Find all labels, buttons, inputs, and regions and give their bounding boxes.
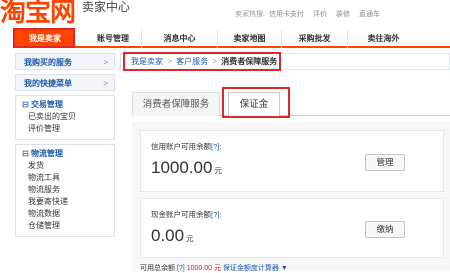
cash-label-text: 现金账户可用余额	[151, 210, 211, 219]
sidebar-item-warehouse[interactable]: 仓储管理	[16, 220, 114, 232]
credit-balance-label: 信用账户可用余额[?]:	[151, 141, 221, 152]
sidebar-item-send-express[interactable]: 我要寄快递	[16, 196, 114, 208]
hot-link[interactable]: 直通车	[359, 11, 380, 18]
sidebar-item-sold[interactable]: 已卖出的宝贝	[16, 111, 114, 123]
hot-link[interactable]: 装修	[336, 11, 350, 18]
manage-button[interactable]: 管理	[365, 154, 405, 171]
nav-item-account[interactable]: 账号管理	[85, 30, 141, 48]
section-title-label: 交易管理	[30, 100, 63, 109]
nav-item-wholesale[interactable]: 采购批发	[281, 30, 347, 48]
nav-item-messages[interactable]: 消息中心	[141, 30, 217, 48]
hot-search-label: 卖家热搜:	[235, 11, 265, 18]
sidebar-item-reviews[interactable]: 评价管理	[16, 123, 114, 135]
sidebar-item-logistics-tools[interactable]: 物流工具	[16, 172, 114, 184]
currency-unit: 元	[186, 234, 194, 243]
sidebar: 我购买的服务 > 我的快捷菜单 > ⊟ 交易管理 已卖出的宝贝 评价管理 ⊟ 物…	[15, 53, 115, 241]
tab-consumer-protection[interactable]: 消费者保障服务	[132, 92, 220, 116]
nav-item-overseas[interactable]: 卖往海外	[347, 30, 419, 48]
sidebar-section-title[interactable]: ⊟ 物流管理	[16, 148, 114, 160]
cash-balance-label: 现金账户可用余额[?]:	[151, 209, 221, 220]
collapse-icon[interactable]: ⊟	[22, 100, 29, 109]
cash-balance-amount: 0.00 元	[151, 226, 194, 246]
sidebar-section-logistics: ⊟ 物流管理 发货 物流工具 物流服务 我要寄快递 物流数据 仓储管理	[15, 144, 115, 237]
main-nav: 我是卖家 账号管理 消息中心 卖家地图 采购批发 卖往海外	[15, 30, 450, 48]
sidebar-item-quick-menu[interactable]: 我的快捷菜单 >	[15, 74, 115, 91]
sidebar-section-title[interactable]: ⊟ 交易管理	[16, 99, 114, 111]
sidebar-item-ship[interactable]: 发货	[16, 160, 114, 172]
sidebar-item-logistics-service[interactable]: 物流服务	[16, 184, 114, 196]
sidebar-item-label: 我购买的服务	[24, 58, 72, 67]
deposit-panel: 信用账户可用余额[?]: 1000.00 元 管理 现金账户可用余额[?]: 0.…	[132, 122, 450, 271]
tab-bar: 消费者保障服务 保证金	[132, 92, 450, 117]
sidebar-item-logistics-data[interactable]: 物流数据	[16, 208, 114, 220]
taobao-logo[interactable]: 淘宝网	[0, 0, 76, 29]
collapse-icon[interactable]: ⊟	[22, 149, 29, 158]
sidebar-section-trade: ⊟ 交易管理 已卖出的宝贝 评价管理	[15, 95, 115, 140]
label-colon: :	[219, 210, 222, 219]
sidebar-item-label: 我的快捷菜单	[24, 79, 72, 88]
currency-unit: 元	[214, 166, 222, 175]
highlight-box	[13, 28, 75, 48]
highlight-box	[123, 52, 281, 71]
total-balance-line: 可用总余额 [?] 1000.00 元 保证金额度计算器 ▼	[140, 263, 288, 273]
header: 淘宝网 卖家中心 卖家热搜: 信用卡支付 评价 装修 直通车	[0, 0, 450, 30]
pay-button[interactable]: 缴纳	[365, 221, 405, 238]
nav-item-seller-map[interactable]: 卖家地图	[217, 30, 281, 48]
hot-link[interactable]: 信用卡支付	[269, 11, 304, 18]
chevron-right-icon: >	[103, 79, 108, 88]
credit-label-text: 信用账户可用余额	[151, 142, 211, 151]
sidebar-item-bought-services[interactable]: 我购买的服务 >	[15, 53, 115, 70]
amount-value: 1000.00	[151, 158, 213, 177]
amount-value: 0.00	[151, 226, 185, 245]
credit-account-card: 信用账户可用余额[?]: 1000.00 元 管理	[140, 130, 444, 192]
credit-balance-amount: 1000.00 元	[151, 158, 222, 178]
cash-account-card: 现金账户可用余额[?]: 0.00 元 缴纳	[140, 198, 444, 258]
section-title-label: 物流管理	[30, 149, 63, 158]
hot-link[interactable]: 评价	[313, 11, 327, 18]
label-colon: :	[219, 142, 222, 151]
seller-center-title: 卖家中心	[82, 0, 131, 14]
chevron-right-icon: >	[103, 58, 108, 67]
highlight-box	[222, 87, 290, 118]
hot-search: 卖家热搜: 信用卡支付 评价 装修 直通车	[235, 9, 389, 19]
